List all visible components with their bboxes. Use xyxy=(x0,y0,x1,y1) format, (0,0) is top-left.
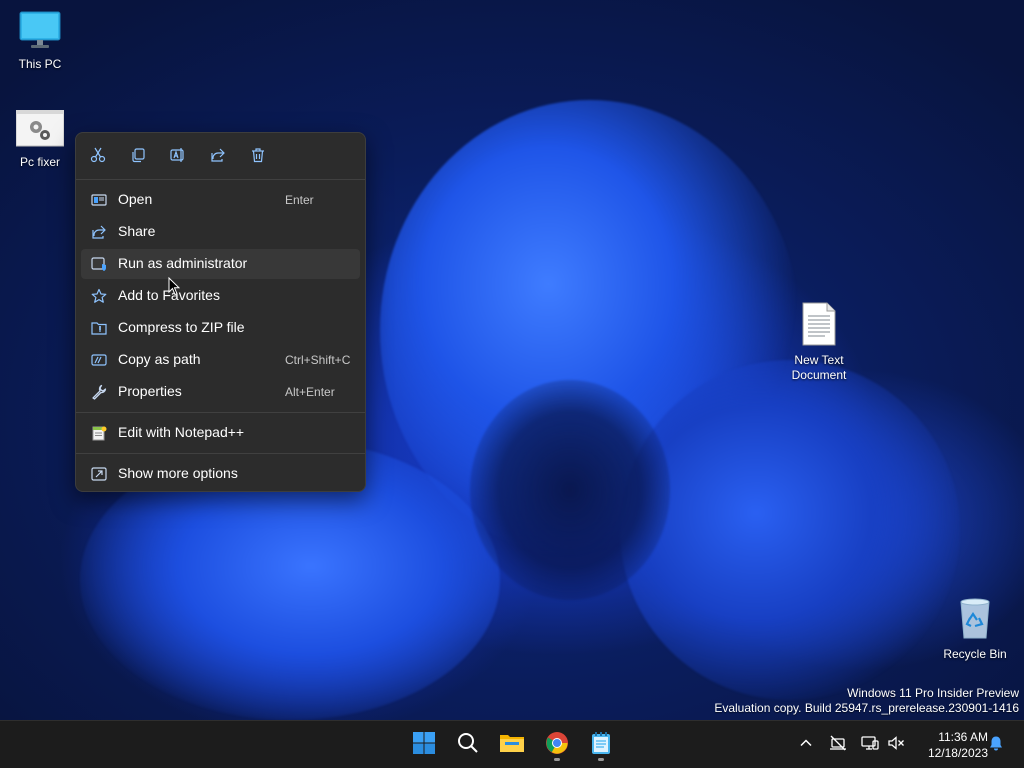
menu-item-shortcut: Alt+Enter xyxy=(285,385,335,399)
file-explorer-button[interactable] xyxy=(494,727,530,763)
menu-divider xyxy=(76,412,365,413)
desktop-icon-new-text-document[interactable]: New Text Document xyxy=(779,302,859,383)
delete-button[interactable] xyxy=(244,145,272,169)
watermark-build: Evaluation copy. Build 25947.rs_prerelea… xyxy=(714,701,1019,715)
shield-window-icon xyxy=(91,256,107,272)
running-indicator xyxy=(598,758,604,761)
menu-item-compress-to-zip[interactable]: Compress to ZIP file xyxy=(81,313,360,343)
star-icon xyxy=(91,288,107,304)
menu-item-share[interactable]: Share xyxy=(81,217,360,247)
show-hidden-icons-button[interactable] xyxy=(794,733,818,757)
recycle-bin-icon xyxy=(955,596,995,643)
monitor-icon xyxy=(18,10,62,53)
menu-item-label: Open xyxy=(118,191,153,207)
menu-item-edit-with-notepad-plus-plus[interactable]: Edit with Notepad++ xyxy=(81,418,360,448)
rename-button[interactable] xyxy=(164,145,192,169)
wallpaper-bloom xyxy=(620,360,960,700)
rename-icon xyxy=(170,147,186,168)
mouse-cursor-icon xyxy=(168,276,181,301)
clock-time: 11:36 AM xyxy=(938,730,988,744)
copy-icon xyxy=(130,147,146,168)
menu-item-run-as-administrator[interactable]: Run as administrator xyxy=(81,249,360,279)
menu-item-shortcut: Enter xyxy=(285,193,314,207)
menu-item-label: Run as administrator xyxy=(118,255,248,271)
notepad-plus-plus-icon xyxy=(91,425,107,441)
display-button[interactable] xyxy=(858,733,882,757)
clock-date: 12/18/2023 xyxy=(927,746,988,760)
network-status-button[interactable] xyxy=(826,733,850,757)
start-button[interactable] xyxy=(406,727,442,763)
taskbar-clock[interactable]: 11:36 AM 12/18/2023 xyxy=(912,729,988,761)
windows-logo-icon xyxy=(412,731,436,760)
context-menu: Open Enter Share Run as administrator Ad… xyxy=(75,132,366,492)
menu-item-label: Edit with Notepad++ xyxy=(118,424,245,440)
scissors-icon xyxy=(90,147,106,168)
notification-center-button[interactable] xyxy=(984,733,1008,757)
desktop-icon-recycle-bin[interactable]: Recycle Bin xyxy=(935,596,1015,662)
open-icon xyxy=(91,192,107,208)
desktop-icon-label: Recycle Bin xyxy=(943,647,1007,661)
cut-button[interactable] xyxy=(84,145,112,169)
network-offline-icon xyxy=(829,735,847,756)
notification-bell-icon xyxy=(988,735,1004,756)
notepad-button[interactable] xyxy=(583,727,619,763)
share-icon xyxy=(210,147,226,168)
text-file-icon xyxy=(801,302,837,349)
notepad-icon xyxy=(590,731,612,760)
menu-item-label: Share xyxy=(118,223,156,239)
evaluation-watermark: Windows 11 Pro Insider Preview Evaluatio… xyxy=(714,686,1019,716)
menu-divider xyxy=(76,453,365,454)
desktop-icon-label: This PC xyxy=(18,57,62,71)
chevron-up-icon xyxy=(799,736,813,755)
copy-button[interactable] xyxy=(124,145,152,169)
menu-item-add-to-favorites[interactable]: Add to Favorites xyxy=(81,281,360,311)
desktop-icon-this-pc[interactable]: This PC xyxy=(0,10,80,72)
desktop-icon-pc-fixer[interactable]: Pc fixer xyxy=(0,109,80,170)
wallpaper-bloom xyxy=(470,380,670,600)
wrench-icon xyxy=(91,384,107,400)
menu-item-label: Properties xyxy=(118,383,182,399)
menu-item-label: Compress to ZIP file xyxy=(118,319,245,335)
running-indicator xyxy=(554,758,560,761)
share-button[interactable] xyxy=(204,145,232,169)
trash-icon xyxy=(250,147,266,168)
desktop-icon-label: Pc fixer xyxy=(19,155,60,169)
zip-folder-icon xyxy=(91,320,107,336)
chrome-icon xyxy=(545,731,569,760)
menu-item-open[interactable]: Open Enter xyxy=(81,185,360,215)
menu-item-shortcut: Ctrl+Shift+C xyxy=(285,353,351,367)
gear-file-icon xyxy=(15,109,65,151)
desktop-wallpaper: This PC Pc fixer New Text Document Recyc… xyxy=(0,0,1024,720)
display-icon xyxy=(861,735,879,756)
volume-button[interactable] xyxy=(884,733,908,757)
share-icon xyxy=(91,224,107,240)
search-icon xyxy=(456,731,480,760)
menu-item-show-more-options[interactable]: Show more options xyxy=(81,459,360,489)
speaker-muted-icon xyxy=(887,735,905,756)
menu-divider xyxy=(76,179,365,180)
path-icon xyxy=(91,352,107,368)
more-options-icon xyxy=(91,466,107,482)
watermark-edition: Windows 11 Pro Insider Preview xyxy=(847,686,1019,700)
folder-icon xyxy=(499,731,525,760)
menu-item-copy-as-path[interactable]: Copy as path Ctrl+Shift+C xyxy=(81,345,360,375)
menu-item-label: Show more options xyxy=(118,465,238,481)
search-button[interactable] xyxy=(450,727,486,763)
desktop-icon-label: New Text Document xyxy=(791,353,847,382)
context-menu-quick-actions xyxy=(76,133,365,179)
menu-item-label: Copy as path xyxy=(118,351,201,367)
taskbar: 11:36 AM 12/18/2023 xyxy=(0,720,1024,768)
chrome-button[interactable] xyxy=(539,727,575,763)
menu-item-properties[interactable]: Properties Alt+Enter xyxy=(81,377,360,407)
